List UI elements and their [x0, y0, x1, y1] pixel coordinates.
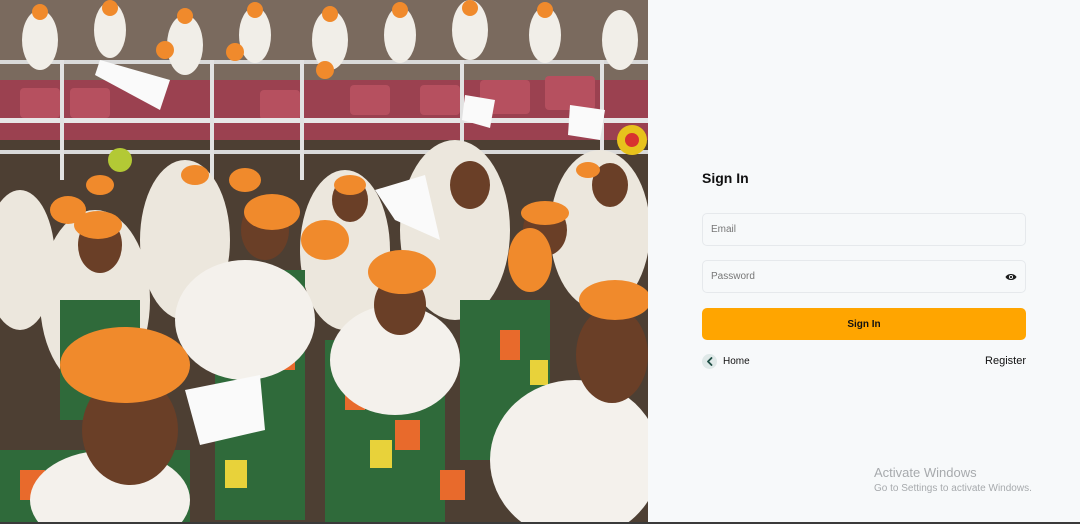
watermark-title: Activate Windows [874, 465, 977, 480]
eye-icon[interactable] [1005, 272, 1017, 282]
chevron-left-icon [702, 354, 717, 369]
hero-photo [0, 0, 648, 522]
choir-crowd-image [0, 0, 648, 522]
watermark-subtitle: Go to Settings to activate Windows. [874, 483, 1032, 494]
password-field-container [702, 260, 1026, 293]
home-link[interactable]: Home [702, 353, 750, 370]
email-field-container [702, 213, 1026, 246]
email-field[interactable] [703, 214, 1025, 245]
sign-in-page: Sign In Sign In Home Register Activate W… [0, 0, 1080, 524]
register-link[interactable]: Register [985, 355, 1026, 367]
home-label: Home [723, 356, 750, 367]
windows-activation-watermark: Activate Windows Go to Settings to activ… [874, 465, 1032, 494]
password-field[interactable] [703, 261, 1025, 292]
sign-in-button[interactable]: Sign In [702, 308, 1026, 340]
sign-in-panel: Sign In Sign In Home Register Activate W… [648, 0, 1080, 522]
sign-in-heading: Sign In [702, 170, 749, 186]
